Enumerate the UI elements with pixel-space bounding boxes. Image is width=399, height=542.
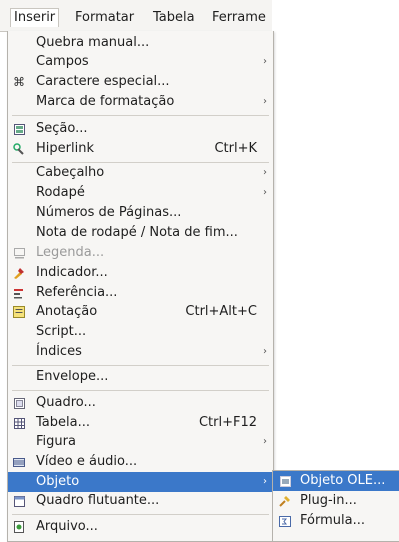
floating-frame-icon xyxy=(13,495,25,507)
menu-item-label: Quadro... xyxy=(36,395,96,410)
menu-item-rodape[interactable]: Rodapé › xyxy=(8,183,273,203)
submenu-item-plug-in[interactable]: Plug-in... xyxy=(273,491,399,511)
shortcut-label: Ctrl+K xyxy=(214,141,257,156)
submenu-item-label: Plug-in... xyxy=(300,493,357,508)
menu-item-hiperlink[interactable]: Hiperlink Ctrl+K xyxy=(8,139,273,159)
plugin-icon xyxy=(279,495,291,507)
menu-bar: Inserir Formatar Tabela Ferrame xyxy=(0,0,272,32)
menu-item-numeros-de-paginas[interactable]: Números de Páginas... xyxy=(8,203,273,223)
menu-item-label: Rodapé xyxy=(36,185,85,200)
menu-item-label: Hiperlink xyxy=(36,141,94,156)
table-icon xyxy=(13,417,25,429)
bookmark-icon xyxy=(13,267,25,279)
menu-formatar[interactable]: Formatar xyxy=(75,9,134,27)
menu-item-label: Nota de rodapé / Nota de fim... xyxy=(36,225,238,240)
hyperlink-icon xyxy=(13,143,25,155)
menu-item-label: Legenda... xyxy=(36,245,105,260)
menu-item-indices[interactable]: Índices › xyxy=(8,342,273,362)
submenu-item-label: Fórmula... xyxy=(300,513,365,528)
menu-item-label: Números de Páginas... xyxy=(36,205,182,220)
menu-item-referencia[interactable]: Referência... xyxy=(8,283,273,303)
menu-separator xyxy=(12,365,269,366)
chevron-right-icon: › xyxy=(263,436,267,447)
menu-item-label: Script... xyxy=(36,324,87,339)
menu-item-marca-de-formatacao[interactable]: Marca de formatação › xyxy=(8,92,273,112)
menu-item-caractere-especial[interactable]: ⌘ Caractere especial... xyxy=(8,72,273,92)
menu-item-video-e-audio[interactable]: Vídeo e áudio... xyxy=(8,452,273,472)
menu-separator xyxy=(12,390,269,391)
submenu-item-objeto-ole[interactable]: Objeto OLE... xyxy=(273,471,399,491)
shortcut-label: Ctrl+Alt+C xyxy=(185,304,257,319)
menu-item-anotacao[interactable]: Anotação Ctrl+Alt+C xyxy=(8,302,273,322)
insert-dropdown-menu: Quebra manual... Campos › ⌘ Caractere es… xyxy=(7,31,274,542)
menu-item-label: Quadro flutuante... xyxy=(36,493,160,508)
menu-item-label: Objeto xyxy=(36,474,80,489)
special-character-icon: ⌘ xyxy=(13,75,25,89)
menu-inserir[interactable]: Inserir xyxy=(10,8,60,27)
menu-item-quadro-flutuante[interactable]: Quadro flutuante... xyxy=(8,491,273,511)
menu-ferramentas[interactable]: Ferrame xyxy=(212,9,266,27)
menu-item-label: Índices xyxy=(36,344,82,359)
menu-item-label: Caractere especial... xyxy=(36,74,170,89)
formula-icon xyxy=(279,515,291,527)
menu-item-secao[interactable]: Seção... xyxy=(8,119,273,139)
menu-item-tabela[interactable]: Tabela... Ctrl+F12 xyxy=(8,413,273,433)
menu-item-label: Referência... xyxy=(36,285,118,300)
menu-item-label: Envelope... xyxy=(36,369,109,384)
menu-item-campos[interactable]: Campos › xyxy=(8,52,273,72)
menu-item-nota-de-rodape[interactable]: Nota de rodapé / Nota de fim... xyxy=(8,223,273,243)
menu-item-envelope[interactable]: Envelope... xyxy=(8,367,273,387)
submenu-item-label: Objeto OLE... xyxy=(300,473,386,488)
menu-item-indicador[interactable]: Indicador... xyxy=(8,263,273,283)
menu-item-label: Campos xyxy=(36,54,89,69)
menu-item-label: Marca de formatação xyxy=(36,94,175,109)
menu-item-figura[interactable]: Figura › xyxy=(8,432,273,452)
menu-item-quadro[interactable]: Quadro... xyxy=(8,393,273,413)
menu-item-cabecalho[interactable]: Cabeçalho › xyxy=(8,163,273,183)
menu-item-legenda: Legenda... xyxy=(8,243,273,263)
chevron-right-icon: › xyxy=(263,96,267,107)
frame-icon xyxy=(13,397,25,409)
chevron-right-icon: › xyxy=(263,167,267,178)
objeto-submenu: Objeto OLE... Plug-in... Fórmula... xyxy=(272,470,399,542)
menu-separator xyxy=(12,514,269,515)
menu-item-script[interactable]: Script... xyxy=(8,322,273,342)
menu-item-objeto[interactable]: Objeto › xyxy=(8,472,273,492)
menu-tabela[interactable]: Tabela xyxy=(153,9,195,27)
menu-separator xyxy=(12,115,269,116)
section-icon xyxy=(13,123,25,135)
menu-item-label: Indicador... xyxy=(36,265,108,280)
chevron-right-icon: › xyxy=(263,476,267,487)
ole-object-icon xyxy=(279,475,291,487)
menu-item-label: Quebra manual... xyxy=(36,35,150,50)
menu-item-label: Cabeçalho xyxy=(36,165,105,180)
chevron-right-icon: › xyxy=(263,56,267,67)
menu-item-label: Vídeo e áudio... xyxy=(36,454,138,469)
comment-icon xyxy=(13,306,25,318)
submenu-item-formula[interactable]: Fórmula... xyxy=(273,511,399,531)
menu-item-quebra-manual[interactable]: Quebra manual... xyxy=(8,33,273,53)
menu-item-arquivo[interactable]: Arquivo... xyxy=(8,517,273,537)
insert-file-icon xyxy=(13,521,25,533)
chevron-right-icon: › xyxy=(263,187,267,198)
menu-item-label: Anotação xyxy=(36,304,98,319)
menu-item-label: Figura xyxy=(36,434,76,449)
menu-item-label: Arquivo... xyxy=(36,519,98,534)
shortcut-label: Ctrl+F12 xyxy=(198,415,257,430)
chevron-right-icon: › xyxy=(263,346,267,357)
caption-icon xyxy=(13,247,25,259)
cross-reference-icon xyxy=(13,287,25,299)
menu-item-label: Tabela... xyxy=(36,415,90,430)
menu-item-label: Seção... xyxy=(36,121,88,136)
media-icon xyxy=(13,456,25,468)
